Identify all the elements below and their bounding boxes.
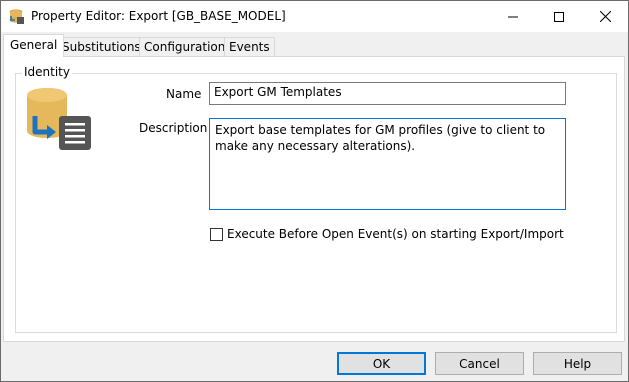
database-export-icon [25, 86, 93, 152]
maximize-icon [554, 11, 564, 22]
title-bar: Property Editor: Export [GB_BASE_MODEL] [1, 1, 628, 32]
minimize-button[interactable] [490, 1, 536, 32]
close-icon [599, 11, 611, 22]
minimize-icon [508, 16, 518, 17]
database-export-icon [9, 9, 25, 25]
ok-button[interactable]: OK [337, 352, 426, 375]
identity-group-title: Identity [22, 65, 72, 79]
property-editor-window: Property Editor: Export [GB_BASE_MODEL] … [0, 0, 629, 382]
help-button[interactable]: Help [533, 352, 622, 375]
cancel-button[interactable]: Cancel [435, 352, 524, 375]
tab-substitutions[interactable]: Substitutions [57, 37, 146, 56]
description-field[interactable]: Export base templates for GM profiles (g… [209, 118, 566, 210]
window-title: Property Editor: Export [GB_BASE_MODEL] [31, 9, 286, 23]
tab-events[interactable]: Events [224, 37, 275, 56]
execute-before-open-label[interactable]: Execute Before Open Event(s) on starting… [227, 227, 564, 241]
tab-general[interactable]: General [3, 34, 65, 57]
close-button[interactable] [582, 1, 628, 32]
description-label: Description [139, 121, 208, 135]
name-field[interactable]: Export GM Templates [209, 82, 566, 105]
execute-before-open-checkbox[interactable] [210, 228, 223, 241]
tab-configuration[interactable]: Configuration [139, 37, 231, 56]
name-label: Name [166, 87, 202, 101]
maximize-button[interactable] [536, 1, 582, 32]
